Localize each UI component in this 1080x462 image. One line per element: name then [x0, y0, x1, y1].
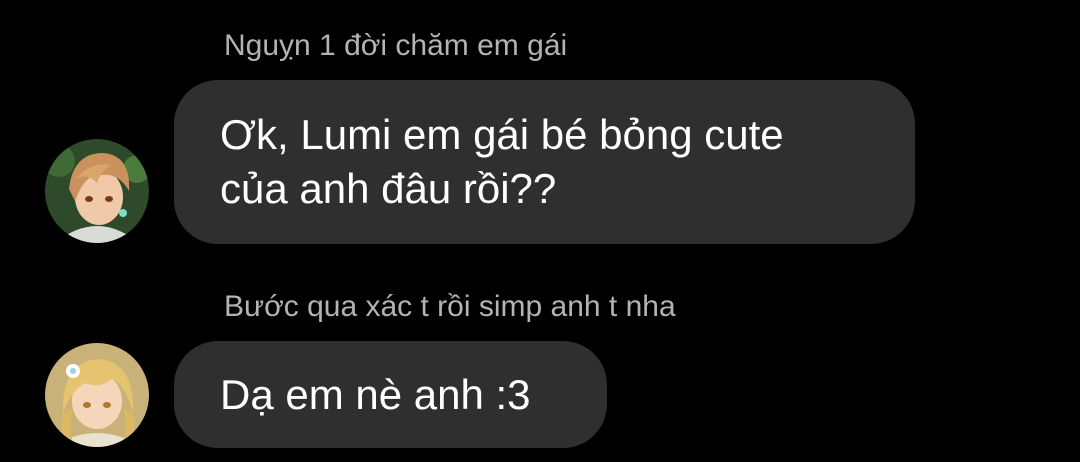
sender-name: Nguỵn 1 đời chăm em gái [224, 29, 568, 62]
sender-name: Bước qua xác t rồi simp anh t nha [224, 290, 676, 323]
message-text-line: Ơk, Lumi em gái bé bỏng cute [220, 111, 784, 158]
message-bubble[interactable]: Ơk, Lumi em gái bé bỏng cute của anh đâu… [174, 80, 915, 244]
message-group: Bước qua xác t rồi simp anh t nha Dạ em … [0, 280, 1080, 462]
message-group: Nguỵn 1 đời chăm em gái Ơk, Lumi em gái … [0, 0, 1080, 260]
message-text-line: Dạ em nè anh :3 [220, 370, 531, 418]
message-bubble[interactable]: Dạ em nè anh :3 [174, 341, 607, 448]
avatar-boy-character-icon[interactable] [45, 139, 149, 243]
message-text-line: của anh đâu rồi?? [220, 165, 557, 212]
avatar-girl-character-icon[interactable] [45, 343, 149, 447]
